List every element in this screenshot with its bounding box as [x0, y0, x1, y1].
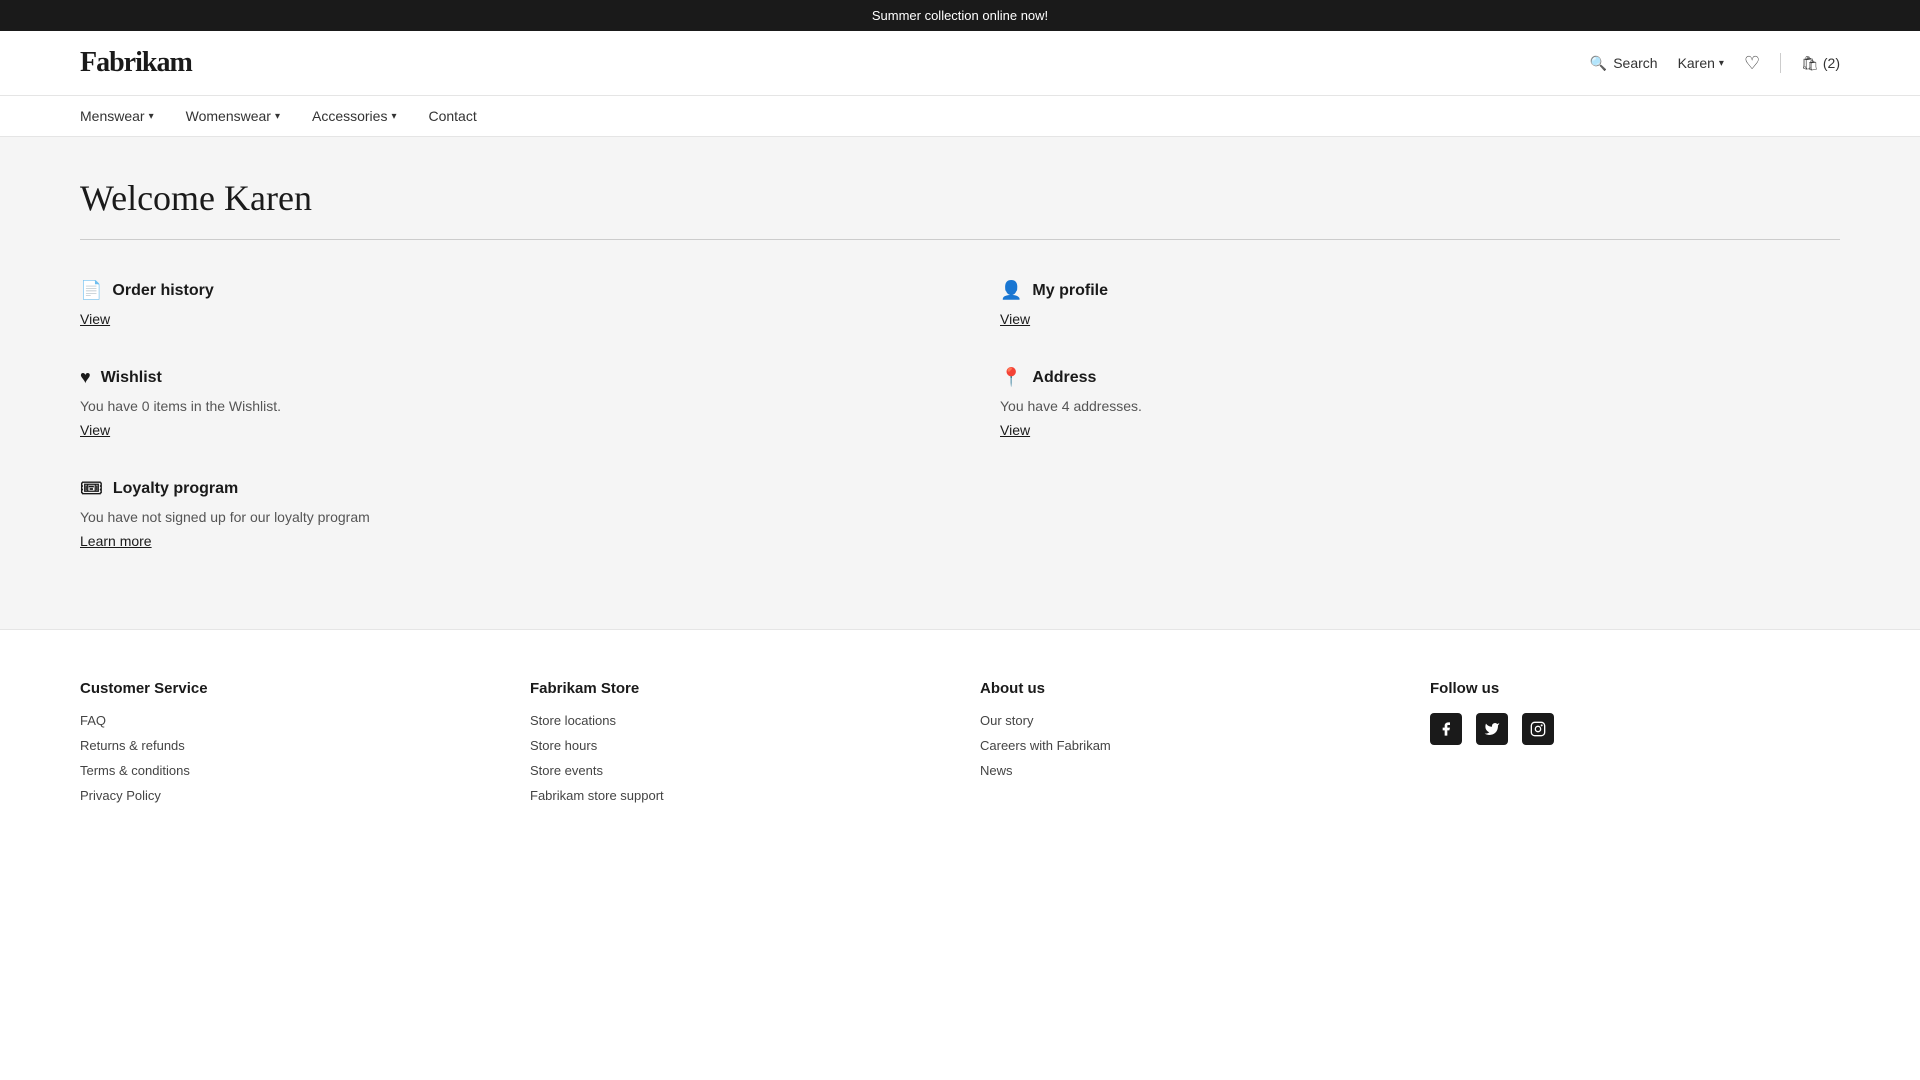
nav-womenswear[interactable]: Womenswear ▾ [186, 108, 280, 124]
cart-button[interactable]: 🛍 (2) [1801, 55, 1840, 72]
footer-link-faq[interactable]: FAQ [80, 713, 490, 728]
user-name: Karen [1678, 55, 1715, 71]
order-history-title: 📄 Order history [80, 280, 920, 301]
wishlist-label: Wishlist [101, 369, 162, 387]
cart-count: (2) [1823, 55, 1840, 71]
nav-womenswear-label: Womenswear [186, 108, 271, 124]
nav-menswear[interactable]: Menswear ▾ [80, 108, 154, 124]
my-profile-icon: 👤 [1000, 280, 1022, 301]
instagram-icon[interactable] [1522, 713, 1554, 745]
address-label: Address [1032, 369, 1096, 387]
loyalty-program-card: 🎟 Loyalty program You have not signed up… [80, 478, 920, 549]
footer-link-terms[interactable]: Terms & conditions [80, 763, 490, 778]
footer-fabrikam-store-title: Fabrikam Store [530, 680, 940, 697]
divider [80, 239, 1840, 240]
footer-link-store-support[interactable]: Fabrikam store support [530, 788, 940, 803]
footer-customer-service: Customer Service FAQ Returns & refunds T… [80, 680, 490, 813]
facebook-icon[interactable] [1430, 713, 1462, 745]
wishlist-button[interactable]: ♡ [1744, 53, 1760, 74]
footer-fabrikam-store: Fabrikam Store Store locations Store hou… [530, 680, 940, 813]
order-history-icon: 📄 [80, 280, 102, 301]
order-history-view-link[interactable]: View [80, 311, 110, 327]
address-icon: 📍 [1000, 367, 1022, 388]
footer-link-store-events[interactable]: Store events [530, 763, 940, 778]
loyalty-program-label: Loyalty program [113, 480, 238, 498]
my-profile-title: 👤 My profile [1000, 280, 1840, 301]
address-title: 📍 Address [1000, 367, 1840, 388]
footer-follow-us: Follow us [1430, 680, 1840, 813]
footer-link-returns[interactable]: Returns & refunds [80, 738, 490, 753]
footer-link-store-locations[interactable]: Store locations [530, 713, 940, 728]
footer-link-store-hours[interactable]: Store hours [530, 738, 940, 753]
loyalty-program-learn-more-link[interactable]: Learn more [80, 533, 152, 549]
order-history-label: Order history [112, 282, 213, 300]
chevron-down-icon: ▾ [149, 111, 154, 122]
announcement-text: Summer collection online now! [872, 8, 1048, 23]
search-icon: 🔍 [1590, 55, 1607, 72]
search-label: Search [1613, 55, 1657, 71]
header: Fabrikam 🔍 Search Karen ▾ ♡ 🛍 (2) [0, 31, 1920, 96]
footer-link-careers[interactable]: Careers with Fabrikam [980, 738, 1390, 753]
wishlist-view-link[interactable]: View [80, 422, 110, 438]
my-profile-label: My profile [1032, 282, 1108, 300]
address-description: You have 4 addresses. [1000, 398, 1840, 414]
footer-follow-us-title: Follow us [1430, 680, 1840, 697]
chevron-down-icon: ▾ [275, 111, 280, 122]
twitter-icon[interactable] [1476, 713, 1508, 745]
footer-link-news[interactable]: News [980, 763, 1390, 778]
social-icons [1430, 713, 1840, 745]
announcement-bar: Summer collection online now! [0, 0, 1920, 31]
footer-link-privacy[interactable]: Privacy Policy [80, 788, 490, 803]
search-button[interactable]: 🔍 Search [1590, 55, 1658, 72]
chevron-down-icon: ▾ [1719, 58, 1724, 69]
footer: Customer Service FAQ Returns & refunds T… [0, 629, 1920, 853]
loyalty-program-icon: 🎟 [80, 478, 103, 499]
dashboard-grid: 📄 Order history View 👤 My profile View ♥… [80, 280, 1840, 549]
footer-about-us-title: About us [980, 680, 1390, 697]
chevron-down-icon: ▾ [391, 111, 396, 122]
header-divider [1780, 53, 1781, 73]
my-profile-card: 👤 My profile View [1000, 280, 1840, 327]
nav-accessories[interactable]: Accessories ▾ [312, 108, 397, 124]
wishlist-title: ♥ Wishlist [80, 367, 920, 388]
order-history-card: 📄 Order history View [80, 280, 920, 327]
welcome-title: Welcome Karen [80, 177, 1840, 219]
nav-contact-label: Contact [428, 108, 476, 124]
wishlist-icon: ♥ [80, 367, 91, 388]
main-content: Welcome Karen 📄 Order history View 👤 My … [0, 137, 1920, 629]
address-card: 📍 Address You have 4 addresses. View [1000, 367, 1840, 438]
footer-link-our-story[interactable]: Our story [980, 713, 1390, 728]
user-menu[interactable]: Karen ▾ [1678, 55, 1724, 71]
footer-grid: Customer Service FAQ Returns & refunds T… [80, 680, 1840, 813]
nav-accessories-label: Accessories [312, 108, 387, 124]
footer-about-us: About us Our story Careers with Fabrikam… [980, 680, 1390, 813]
nav-contact[interactable]: Contact [428, 108, 476, 124]
my-profile-view-link[interactable]: View [1000, 311, 1030, 327]
wishlist-description: You have 0 items in the Wishlist. [80, 398, 920, 414]
main-nav: Menswear ▾ Womenswear ▾ Accessories ▾ Co… [0, 96, 1920, 137]
footer-customer-service-title: Customer Service [80, 680, 490, 697]
cart-icon: 🛍 [1801, 55, 1819, 72]
loyalty-program-title: 🎟 Loyalty program [80, 478, 920, 499]
logo[interactable]: Fabrikam [80, 47, 192, 79]
loyalty-program-description: You have not signed up for our loyalty p… [80, 509, 920, 525]
nav-menswear-label: Menswear [80, 108, 145, 124]
wishlist-card: ♥ Wishlist You have 0 items in the Wishl… [80, 367, 920, 438]
header-right: 🔍 Search Karen ▾ ♡ 🛍 (2) [1590, 53, 1840, 74]
address-view-link[interactable]: View [1000, 422, 1030, 438]
